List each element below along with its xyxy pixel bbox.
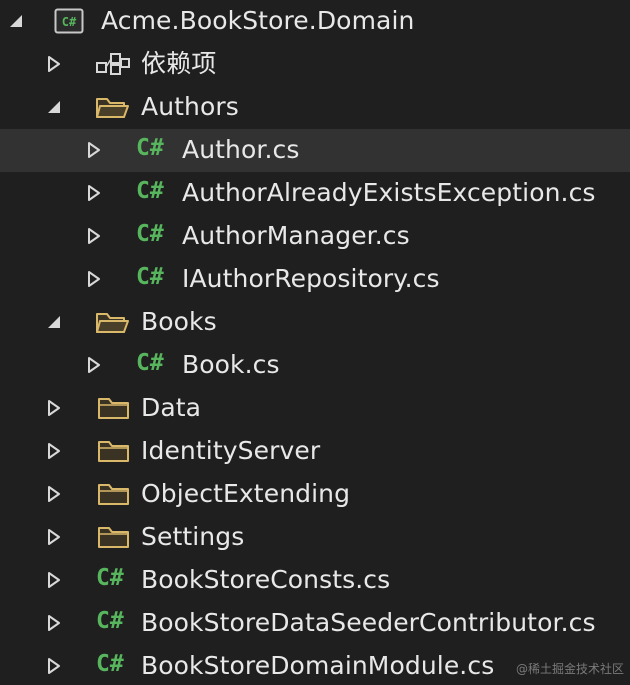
caret-collapsed-icon[interactable]: [45, 614, 63, 632]
tree-row-folder-authors[interactable]: Authors: [0, 86, 630, 129]
caret-expanded-icon[interactable]: [45, 98, 63, 116]
tree-row-label: 依赖项: [141, 49, 217, 78]
watermark: @稀土掘金技术社区: [515, 662, 624, 676]
tree-row-file-author-manager[interactable]: C# AuthorManager.cs: [0, 215, 630, 258]
caret-collapsed-icon[interactable]: [85, 356, 103, 374]
caret-collapsed-icon[interactable]: [45, 528, 63, 546]
caret-collapsed-icon[interactable]: [45, 571, 63, 589]
caret-collapsed-icon[interactable]: [85, 270, 103, 288]
tree-row-label: BookStoreConsts.cs: [141, 565, 391, 594]
tree-row-label: BookStoreDataSeederContributor.cs: [141, 608, 596, 637]
tree-row-label: Authors: [141, 92, 239, 121]
tree-row-folder-identity-server[interactable]: IdentityServer: [0, 430, 630, 473]
tree-row-label: Author.cs: [182, 135, 300, 164]
tree-row-label: Settings: [141, 522, 245, 551]
tree-row-file-bookstore-consts[interactable]: C# BookStoreConsts.cs: [0, 559, 630, 602]
caret-collapsed-icon[interactable]: [45, 399, 63, 417]
caret-expanded-icon[interactable]: [45, 313, 63, 331]
csharp-file-icon: C#: [136, 264, 164, 290]
tree-row-label: ObjectExtending: [141, 479, 351, 508]
tree-row-label: IAuthorRepository.cs: [182, 264, 440, 293]
csharp-file-icon: C#: [136, 350, 164, 376]
caret-collapsed-icon[interactable]: [85, 227, 103, 245]
folder-icon: [97, 395, 131, 421]
csharp-project-icon: C#: [54, 8, 84, 34]
tree-row-label: AuthorManager.cs: [182, 221, 410, 250]
tree-row-file-book[interactable]: C# Book.cs: [0, 344, 630, 387]
tree-row-folder-data[interactable]: Data: [0, 387, 630, 430]
caret-collapsed-icon[interactable]: [45, 442, 63, 460]
tree-row-folder-object-extending[interactable]: ObjectExtending: [0, 473, 630, 516]
caret-expanded-icon[interactable]: [7, 12, 25, 30]
dependencies-icon: [95, 51, 131, 77]
tree-row-file-iauthor-repository[interactable]: C# IAuthorRepository.cs: [0, 258, 630, 301]
folder-open-icon: [95, 94, 131, 120]
tree-row-label: Data: [141, 393, 202, 422]
tree-row-file-bookstore-data-seeder-contributor[interactable]: C# BookStoreDataSeederContributor.cs: [0, 602, 630, 645]
caret-collapsed-icon[interactable]: [45, 485, 63, 503]
csharp-file-icon: C#: [136, 221, 164, 247]
caret-collapsed-icon[interactable]: [85, 184, 103, 202]
tree-row-label: Book.cs: [182, 350, 280, 379]
folder-open-icon: [95, 309, 131, 335]
tree-row-folder-books[interactable]: Books: [0, 301, 630, 344]
tree-row-label: Acme.BookStore.Domain: [101, 6, 415, 35]
folder-icon: [97, 481, 131, 507]
caret-collapsed-icon[interactable]: [45, 657, 63, 675]
folder-icon: [97, 438, 131, 464]
tree-row-label: IdentityServer: [141, 436, 321, 465]
csharp-file-icon: C#: [96, 565, 124, 591]
csharp-file-icon: C#: [136, 135, 164, 161]
caret-collapsed-icon[interactable]: [45, 55, 63, 73]
csharp-file-icon: C#: [136, 178, 164, 204]
tree-row-folder-settings[interactable]: Settings: [0, 516, 630, 559]
tree-row-file-author-already-exists-exception[interactable]: C# AuthorAlreadyExistsException.cs: [0, 172, 630, 215]
svg-text:C#: C#: [62, 15, 77, 29]
tree-row-label: Books: [141, 307, 217, 336]
tree-row-project[interactable]: C# Acme.BookStore.Domain: [0, 0, 630, 43]
tree-row-dependencies[interactable]: 依赖项: [0, 43, 630, 86]
solution-explorer-tree: C# Acme.BookStore.Domain 依赖项 Authors C# …: [0, 0, 630, 685]
caret-collapsed-icon[interactable]: [85, 141, 103, 159]
folder-icon: [97, 524, 131, 550]
tree-row-file-author[interactable]: C# Author.cs: [0, 129, 630, 172]
tree-row-label: BookStoreDomainModule.cs: [141, 651, 495, 680]
csharp-file-icon: C#: [96, 608, 124, 634]
tree-row-label: AuthorAlreadyExistsException.cs: [182, 178, 596, 207]
csharp-file-icon: C#: [96, 651, 124, 677]
